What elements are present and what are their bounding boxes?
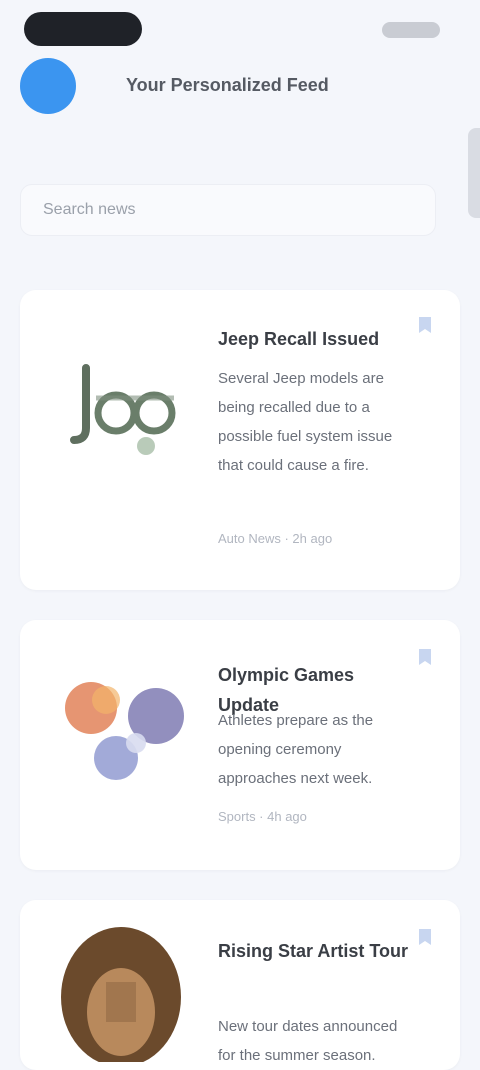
article-meta: Auto News · 2h ago [218, 531, 333, 546]
article-image [46, 328, 196, 468]
bookmark-icon[interactable] [412, 312, 438, 338]
side-drawer-handle[interactable] [468, 128, 480, 218]
article-image [46, 648, 196, 788]
status-indicator-pill [24, 12, 142, 46]
bookmark-icon[interactable] [412, 924, 438, 950]
article-card[interactable]: Olympic Games Update Athletes prepare as… [20, 620, 460, 870]
article-meta: Sports · 4h ago [218, 809, 307, 824]
article-description: New tour dates announced for the summer … [218, 1018, 398, 1064]
article-card[interactable]: Rising Star Artist Tour New tour dates a… [20, 900, 460, 1070]
search-input[interactable]: Search news [20, 184, 436, 236]
article-description: Athletes prepare as the opening ceremony… [218, 712, 374, 787]
olympic-graphic-icon [46, 648, 196, 788]
article-title: Rising Star Artist Tour [218, 941, 409, 961]
page-title: Your Personalized Feed [126, 75, 329, 95]
bookmark-icon[interactable] [412, 644, 438, 670]
search-placeholder: Search news [43, 201, 136, 218]
jeep-logo-icon [46, 328, 196, 468]
article-image [46, 922, 196, 1062]
status-icons [382, 22, 440, 38]
header: Your Personalized Feed [0, 50, 480, 130]
artist-photo-icon [46, 922, 196, 1062]
avatar[interactable] [20, 58, 76, 114]
article-title: Jeep Recall Issued [218, 329, 380, 349]
status-bar [0, 0, 480, 50]
article-card[interactable]: Jeep Recall Issued Several Jeep models a… [20, 290, 460, 590]
article-description: Several Jeep models are being recalled d… [218, 370, 393, 474]
